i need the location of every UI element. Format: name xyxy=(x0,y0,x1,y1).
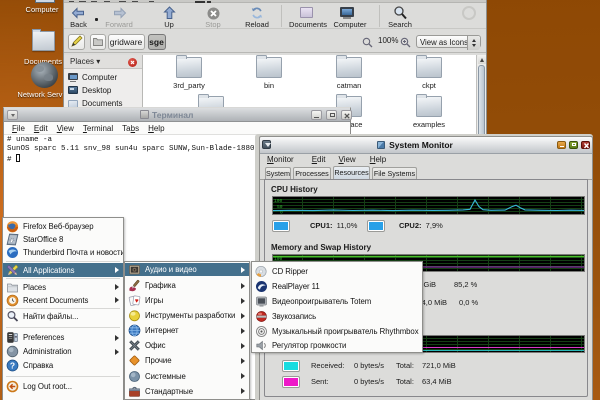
svg-text:100: 100 xyxy=(274,198,283,204)
svg-text:50: 50 xyxy=(277,204,283,210)
svg-text:?: ? xyxy=(10,361,15,371)
